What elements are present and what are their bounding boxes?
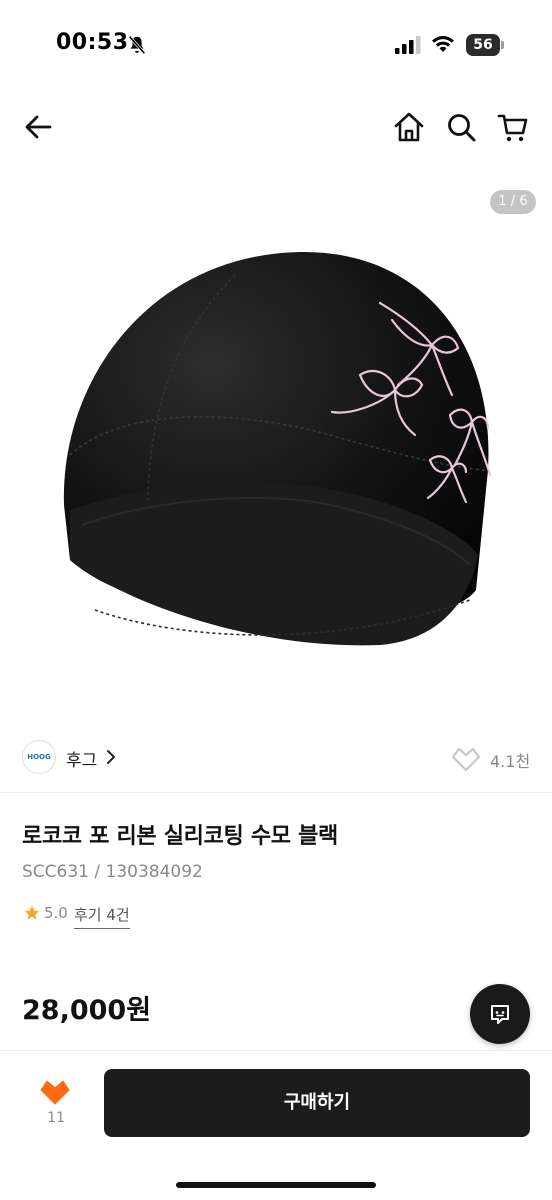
search-icon[interactable] — [444, 110, 478, 144]
brand-row: HOOG 후그 4.1천 — [22, 740, 532, 778]
brand-name-link[interactable]: 후그 — [66, 746, 97, 771]
brand-logo-text: HOOG — [27, 753, 51, 761]
image-counter: 1 / 6 — [490, 190, 536, 214]
wish-heart-icon[interactable] — [450, 744, 482, 772]
like-button[interactable]: 11 — [28, 1072, 84, 1136]
review-link[interactable]: 후기 4건 — [74, 904, 130, 929]
status-bar: 00:53 56 — [0, 0, 552, 90]
divider — [0, 792, 552, 793]
back-arrow-icon[interactable] — [22, 110, 56, 144]
chevron-right-icon[interactable] — [104, 749, 118, 765]
product-title: 로코코 포 리본 실리코팅 수모 블랙 — [22, 824, 338, 849]
home-icon[interactable] — [392, 110, 426, 144]
home-indicator — [176, 1182, 376, 1188]
status-time: 00:53 — [56, 30, 129, 55]
battery-tip — [501, 41, 504, 49]
wish-count: 4.1천 — [490, 752, 531, 771]
bottom-bar-divider — [0, 1050, 552, 1051]
buy-button[interactable]: 구매하기 — [104, 1069, 530, 1137]
signal-icon — [395, 36, 421, 54]
rating-row: 5.0 후기 4건 — [22, 902, 222, 929]
bell-muted-icon — [128, 35, 146, 55]
chat-button[interactable] — [470, 984, 530, 1044]
wifi-icon — [432, 36, 454, 52]
chat-icon — [491, 1005, 509, 1024]
battery-icon: 56 — [466, 34, 504, 56]
brand-logo[interactable]: HOOG — [22, 740, 56, 774]
star-icon — [24, 905, 40, 920]
rating-value: 5.0 — [44, 904, 68, 922]
like-count: 11 — [47, 1110, 65, 1126]
battery-level: 56 — [473, 37, 493, 53]
product-image[interactable] — [0, 170, 552, 722]
product-code: SCC631 / 130384092 — [22, 862, 203, 882]
heart-icon — [40, 1080, 70, 1105]
product-price: 28,000원 — [22, 995, 152, 1026]
cart-icon[interactable] — [496, 110, 530, 144]
